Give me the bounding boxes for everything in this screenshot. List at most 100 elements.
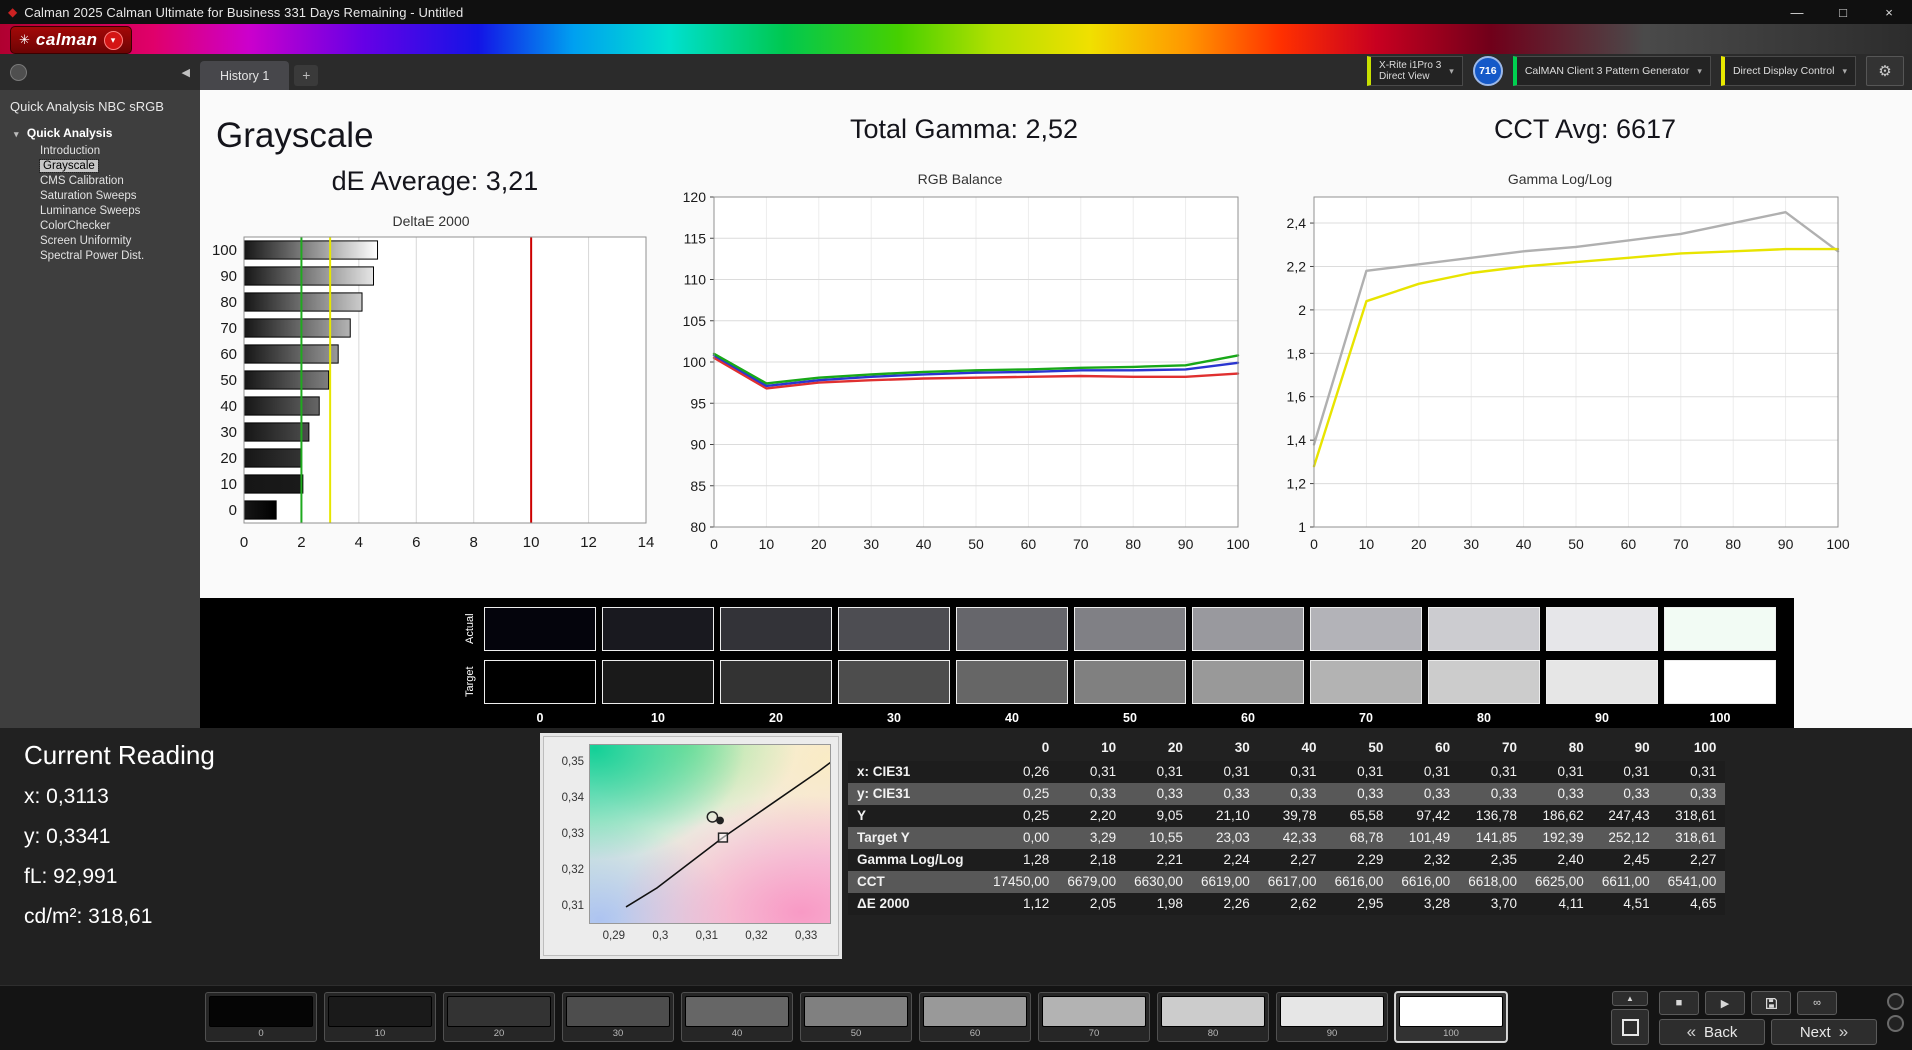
save-button[interactable] <box>1751 991 1791 1015</box>
svg-text:14: 14 <box>638 534 655 551</box>
sidebar-item-label: ColorChecker <box>40 219 111 232</box>
table-cell: 2,29 <box>1357 852 1384 867</box>
meter-selector-label: X-Rite i1Pro 3 Direct View <box>1379 60 1442 82</box>
pattern-window-button[interactable] <box>1611 1009 1649 1045</box>
svg-text:20: 20 <box>1411 536 1427 552</box>
next-label: Next <box>1799 1023 1831 1041</box>
pattern-generator-selector[interactable]: CalMAN Client 3 Pattern Generator ▾ <box>1512 56 1711 86</box>
maximize-button[interactable]: □ <box>1820 0 1866 24</box>
deltae-bar-40 <box>243 396 320 416</box>
pattern-button-50[interactable]: 50 <box>800 992 912 1042</box>
back-button[interactable]: « Back <box>1659 1019 1765 1045</box>
pattern-button-100[interactable]: 100 <box>1395 992 1507 1042</box>
pattern-button-40[interactable]: 40 <box>681 992 793 1042</box>
analysis-content: Grayscale dE Average: 3,21 DeltaE 2000 0… <box>200 90 1912 728</box>
calman-logo-button[interactable]: ✳ calman ▾ <box>10 26 132 54</box>
svg-text:90: 90 <box>1178 536 1194 552</box>
logo-menu-caret-icon[interactable]: ▾ <box>103 30 123 50</box>
meter-id-badge[interactable]: 716 <box>1472 56 1503 86</box>
pattern-up-button[interactable]: ▲ <box>1612 991 1648 1006</box>
table-cell: 2,05 <box>1089 896 1117 911</box>
link-button[interactable]: ∞ <box>1797 991 1837 1015</box>
app-icon: ◆ <box>8 5 18 19</box>
table-row-label: x: CIE31 <box>857 764 911 779</box>
table-cell: 318,61 <box>1675 808 1717 823</box>
titlebar: ◆ Calman 2025 Calman Ultimate for Busine… <box>0 0 1912 24</box>
pattern-button-30[interactable]: 30 <box>562 992 674 1042</box>
pattern-generator-label: CalMAN Client 3 Pattern Generator <box>1524 64 1690 77</box>
sidebar-item-spectral-power-dist-[interactable]: Spectral Power Dist. <box>0 248 200 263</box>
display-control-selector[interactable]: Direct Display Control ▾ <box>1720 56 1856 86</box>
table-cell: 0,33 <box>1156 786 1183 801</box>
minimize-button[interactable]: — <box>1774 0 1820 24</box>
bottom-toolbar: 0 10 20 30 40 50 60 70 80 90 100 ▲ ■ ▶ ∞… <box>0 985 1912 1050</box>
table-cell: 6616,00 <box>1334 874 1384 889</box>
sidebar-item-grayscale[interactable]: Grayscale <box>0 158 200 173</box>
table-cell: 4,65 <box>1690 896 1717 911</box>
save-icon <box>1765 997 1777 1009</box>
sidebar-header-controls: ◀ <box>0 54 200 90</box>
svg-text:90: 90 <box>220 268 237 285</box>
deltae-chart-title: DeltaE 2000 <box>392 213 470 229</box>
deltae-bar-100 <box>243 240 379 260</box>
svg-text:80: 80 <box>1725 536 1741 552</box>
svg-text:10: 10 <box>523 534 540 551</box>
table-column-header: 20 <box>1167 739 1183 755</box>
sidebar-item-cms-calibration[interactable]: CMS Calibration <box>0 173 200 188</box>
table-cell: 6625,00 <box>1535 874 1584 889</box>
svg-text:110: 110 <box>684 272 707 288</box>
device-selectors: X-Rite i1Pro 3 Direct View ▾ 716 CalMAN … <box>1367 56 1912 90</box>
table-column-header: 0 <box>1041 739 1050 755</box>
sidebar-item-saturation-sweeps[interactable]: Saturation Sweeps <box>0 188 200 203</box>
workflow-menu-button[interactable] <box>10 63 27 81</box>
strip-column-label: 100 <box>1709 711 1731 725</box>
table-row-label: Gamma Log/Log <box>857 852 964 867</box>
sidebar-item-label: CMS Calibration <box>40 174 124 187</box>
pattern-button-60[interactable]: 60 <box>919 992 1031 1042</box>
pattern-button-label: 30 <box>612 1028 624 1039</box>
sidebar-item-colorchecker[interactable]: ColorChecker <box>0 218 200 233</box>
tab-history-1[interactable]: History 1 <box>200 61 290 90</box>
stop-button[interactable]: ■ <box>1659 991 1699 1015</box>
table-cell: 0,00 <box>1023 830 1050 845</box>
pattern-button-90[interactable]: 90 <box>1276 992 1388 1042</box>
strip-column-label: 50 <box>1123 711 1137 725</box>
sidebar-item-luminance-sweeps[interactable]: Luminance Sweeps <box>0 203 200 218</box>
pattern-button-20[interactable]: 20 <box>443 992 555 1042</box>
scroll-up-circle-button[interactable] <box>1887 993 1904 1010</box>
svg-text:2: 2 <box>297 534 305 551</box>
table-cell: 6619,00 <box>1200 874 1250 889</box>
tree-root-quick-analysis[interactable]: ▾ Quick Analysis <box>0 122 200 143</box>
page-title: Grayscale <box>216 116 374 155</box>
sidebar-item-screen-uniformity[interactable]: Screen Uniformity <box>0 233 200 248</box>
rgb-balance-chart: 0 10 20 30 40 50 60 70 80 90 100 80 85 90 95 100 105 110 1… <box>683 189 1250 552</box>
strip-column-label: 40 <box>1005 711 1019 725</box>
table-cell: 0,25 <box>1023 808 1050 823</box>
meter-selector[interactable]: X-Rite i1Pro 3 Direct View ▾ <box>1367 56 1463 86</box>
sidebar-collapse-icon[interactable]: ◀ <box>182 66 190 79</box>
pattern-button-70[interactable]: 70 <box>1038 992 1150 1042</box>
strip-column-30: 30 <box>838 607 950 725</box>
scroll-down-circle-button[interactable] <box>1887 1015 1904 1032</box>
reading-line: x: 0,3113 <box>24 785 109 808</box>
settings-gear-button[interactable]: ⚙ <box>1866 56 1904 86</box>
next-button[interactable]: Next » <box>1771 1019 1877 1045</box>
strip-column-40: 40 <box>956 607 1068 725</box>
table-row-label: Y <box>857 808 867 823</box>
strip-column-70: 70 <box>1310 607 1422 725</box>
table-cell: 2,18 <box>1089 852 1117 867</box>
deltae-bar-90 <box>243 266 375 286</box>
table-cell: 2,35 <box>1490 852 1517 867</box>
close-button[interactable]: × <box>1866 0 1912 24</box>
target-swatch-80 <box>1428 660 1540 704</box>
add-tab-button[interactable]: + <box>294 65 319 86</box>
chevron-up-icon: ▲ <box>1626 994 1634 1003</box>
play-button[interactable]: ▶ <box>1705 991 1745 1015</box>
table-cell: 252,12 <box>1608 830 1650 845</box>
pattern-button-0[interactable]: 0 <box>205 992 317 1042</box>
pattern-button-10[interactable]: 10 <box>324 992 436 1042</box>
sidebar-item-introduction[interactable]: Introduction <box>0 143 200 158</box>
pattern-button-80[interactable]: 80 <box>1157 992 1269 1042</box>
svg-text:40: 40 <box>1516 536 1532 552</box>
tree-root-label: Quick Analysis <box>26 126 113 140</box>
